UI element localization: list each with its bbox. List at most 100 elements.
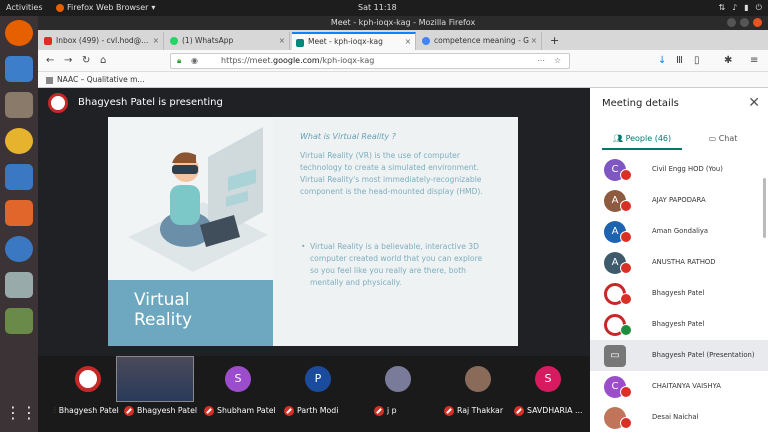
navigation-bar: ← → ↻ ⌂ 🔒︎ ◉ https://meet.google.com/kph… xyxy=(38,50,768,72)
mic-off-icon xyxy=(620,417,632,429)
participant-name: Bhagyesh Patel xyxy=(652,320,705,328)
chat-icon: ▭ xyxy=(708,134,719,143)
mic-off-icon xyxy=(374,406,384,416)
people-icon: 👥︎ xyxy=(612,134,626,143)
participant-name: Civil Engg HOD (You) xyxy=(652,165,723,173)
bookmark-label: NAAC – Qualitative m... xyxy=(57,75,145,84)
speaking-icon: ⦙ xyxy=(54,406,56,415)
network-icon: ⇅ xyxy=(718,3,726,12)
presenter-banner: Bhagyesh Patel is presenting xyxy=(48,92,223,114)
power-icon: ⏻ xyxy=(755,3,762,12)
tab-whatsapp[interactable]: (1) WhatsApp × xyxy=(166,32,290,50)
google-icon xyxy=(422,37,430,45)
clock[interactable]: Sat 11:18 xyxy=(358,0,397,16)
back-icon[interactable]: ← xyxy=(46,54,54,68)
list-item[interactable]: Bhagyesh Patel xyxy=(590,309,768,340)
music-launcher-icon[interactable] xyxy=(5,128,33,154)
page-actions-icon[interactable]: ⋯ xyxy=(537,54,545,68)
close-tab-icon[interactable]: × xyxy=(531,32,537,50)
mic-off-icon xyxy=(124,406,134,416)
meet-content: Bhagyesh Patel is presenting Virtual Rea… xyxy=(38,88,768,432)
mail-launcher-icon[interactable] xyxy=(5,56,33,82)
menu-icon[interactable]: ≡ xyxy=(750,54,758,68)
meet-icon xyxy=(296,39,304,47)
close-tab-icon[interactable]: × xyxy=(279,32,285,50)
avatar xyxy=(385,366,411,392)
search-tool-icon[interactable] xyxy=(5,308,33,334)
participant-tile[interactable]: ⦙ Bhagyesh Patel xyxy=(54,364,124,424)
library-icon[interactable]: Ⅲ xyxy=(676,54,683,68)
tab-label: Meet - kph-ioqx-kag xyxy=(308,37,383,46)
bookmark-star-icon[interactable]: ☆ xyxy=(554,54,561,68)
firefox-icon xyxy=(56,4,64,12)
camera-launcher-icon[interactable] xyxy=(5,272,33,298)
participant-tile[interactable]: j p xyxy=(364,364,434,424)
files-launcher-icon[interactable] xyxy=(5,92,33,118)
mic-off-icon xyxy=(444,406,454,416)
show-apps-icon[interactable]: ⋮⋮ xyxy=(5,400,37,426)
list-item[interactable]: Bhagyesh Patel xyxy=(590,278,768,309)
close-tab-icon[interactable]: × xyxy=(153,32,159,50)
participant-name: Bhagyesh Patel xyxy=(652,289,705,297)
list-item[interactable]: A AJAY PAPODARA xyxy=(590,185,768,216)
participant-filmstrip: ⦙ Bhagyesh Patel Bhagyesh Patel S Shubham… xyxy=(38,356,590,432)
forward-icon[interactable]: → xyxy=(64,54,72,68)
new-tab-button[interactable]: + xyxy=(544,32,564,50)
close-panel-icon[interactable]: ✕ xyxy=(748,95,760,111)
help-icon[interactable] xyxy=(5,236,33,262)
url-bar[interactable]: 🔒︎ ◉ https://meet.google.com/kph-ioqx-ka… xyxy=(170,53,570,69)
participant-name: AJAY PAPODARA xyxy=(652,196,706,204)
slide-heading: What is Virtual Reality ? xyxy=(300,132,396,141)
app-name: Firefox Web Browser xyxy=(67,3,149,12)
list-item[interactable]: A Aman Gondaliya xyxy=(590,216,768,247)
list-item[interactable]: C CHAITANYA VAISHYA xyxy=(590,371,768,402)
reload-icon[interactable]: ↻ xyxy=(82,54,90,68)
participant-tile[interactable]: S SAVDHARIA ... xyxy=(514,364,584,424)
activities-button[interactable]: Activities xyxy=(6,0,43,16)
extension-icon[interactable]: ✱ xyxy=(724,54,732,68)
tab-inbox[interactable]: Inbox (499) - cvl.hod@... × xyxy=(40,32,164,50)
minimize-button[interactable] xyxy=(727,18,736,27)
camera-permission-icon[interactable]: ◉ xyxy=(191,54,198,68)
download-icon[interactable]: ↓ xyxy=(658,54,666,68)
volume-icon: ♪ xyxy=(732,3,738,12)
tab-people[interactable]: 👥︎ People (46) xyxy=(602,128,682,150)
url-path: /kph-ioqx-kag xyxy=(319,56,375,65)
document-launcher-icon[interactable] xyxy=(5,164,33,190)
list-item[interactable]: C Civil Engg HOD (You) xyxy=(590,154,768,185)
screen: Activities Firefox Web Browser ▾ Sat 11:1… xyxy=(0,0,768,432)
home-icon[interactable]: ⌂ xyxy=(100,54,106,68)
tab-competence[interactable]: competence meaning - G × xyxy=(418,32,542,50)
avatar xyxy=(75,366,101,392)
participant-tile[interactable]: S Shubham Patel xyxy=(204,364,276,424)
firefox-launcher-icon[interactable] xyxy=(5,20,33,46)
sidebar-icon[interactable]: ▯ xyxy=(694,54,700,68)
close-window-button[interactable] xyxy=(753,18,762,27)
mic-off-icon xyxy=(620,200,632,212)
list-item[interactable]: ▭ Bhagyesh Patel (Presentation) xyxy=(590,340,768,371)
bookmark-item[interactable]: NAAC – Qualitative m... xyxy=(46,72,145,88)
participant-tile[interactable]: Raj Thakkar xyxy=(444,364,514,424)
avatar xyxy=(465,366,491,392)
browser-window: Meet - kph-ioqx-kag - Mozilla Firefox In… xyxy=(38,16,768,432)
app-menu[interactable]: Firefox Web Browser ▾ xyxy=(56,0,155,16)
participant-tile[interactable]: P Parth Modi xyxy=(284,364,354,424)
bookmarks-bar: NAAC – Qualitative m... xyxy=(38,72,768,88)
launcher-dock: ⋮⋮ xyxy=(0,16,38,432)
participant-name: ANUSTHA RATHOD xyxy=(652,258,716,266)
list-item[interactable]: A ANUSTHA RATHOD xyxy=(590,247,768,278)
list-item[interactable]: Desai Naichal xyxy=(590,402,768,432)
slide-paragraph: Virtual Reality (VR) is the use of compu… xyxy=(300,151,483,196)
window-titlebar: Meet - kph-ioqx-kag - Mozilla Firefox xyxy=(38,16,768,30)
vr-person-illustration xyxy=(128,127,268,272)
participant-tile[interactable]: Bhagyesh Patel xyxy=(116,356,197,424)
mic-off-icon xyxy=(514,406,524,416)
close-tab-icon[interactable]: × xyxy=(405,34,411,50)
tab-chat[interactable]: ▭ Chat xyxy=(690,128,756,150)
maximize-button[interactable] xyxy=(740,18,749,27)
gmail-icon xyxy=(44,37,52,45)
system-tray[interactable]: ⇅ ♪ ▮ ⏻ xyxy=(718,0,762,16)
tab-meet[interactable]: Meet - kph-ioqx-kag × xyxy=(292,32,416,50)
presentation-slide: Virtual Reality What is Virtual Reality … xyxy=(108,117,518,346)
software-center-icon[interactable] xyxy=(5,200,33,226)
